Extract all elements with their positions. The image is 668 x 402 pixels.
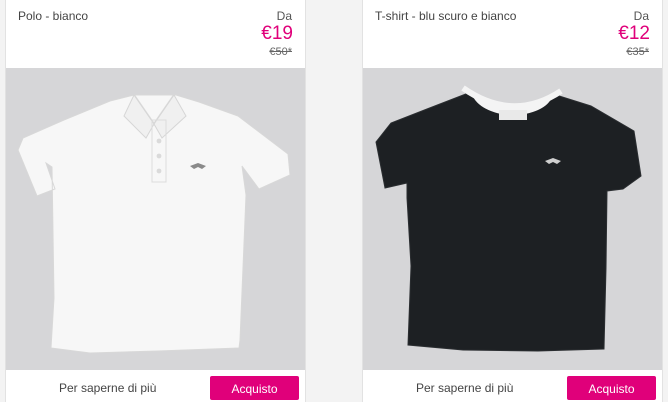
card-footer: Per saperne di più Acquisto [6,370,305,402]
learn-more-link[interactable]: Per saperne di più [59,381,156,395]
price-from-label: Da [276,9,292,23]
buy-button[interactable]: Acquisto [210,376,299,400]
product-image[interactable] [363,68,662,370]
buy-button[interactable]: Acquisto [567,376,656,400]
product-card: T-shirt - blu scuro e bianco Da €12 €35*… [362,0,663,402]
product-card: Polo - bianco Da €19 €50* Per saperne di… [5,0,306,402]
original-price: €35* [626,46,649,58]
card-footer: Per saperne di più Acquisto [363,370,662,402]
learn-more-link[interactable]: Per saperne di più [416,381,513,395]
product-image[interactable] [6,68,305,370]
original-price: €50* [269,46,292,58]
product-name[interactable]: Polo - bianco [18,9,88,23]
product-price: €19 [261,23,293,44]
product-header: Polo - bianco Da €19 €50* [6,0,305,68]
product-header: T-shirt - blu scuro e bianco Da €12 €35* [363,0,662,68]
navy-tshirt-image [375,85,642,352]
product-name[interactable]: T-shirt - blu scuro e bianco [375,9,516,23]
white-polo-image [17,94,291,354]
product-price: €12 [618,23,650,44]
price-from-label: Da [633,9,649,23]
